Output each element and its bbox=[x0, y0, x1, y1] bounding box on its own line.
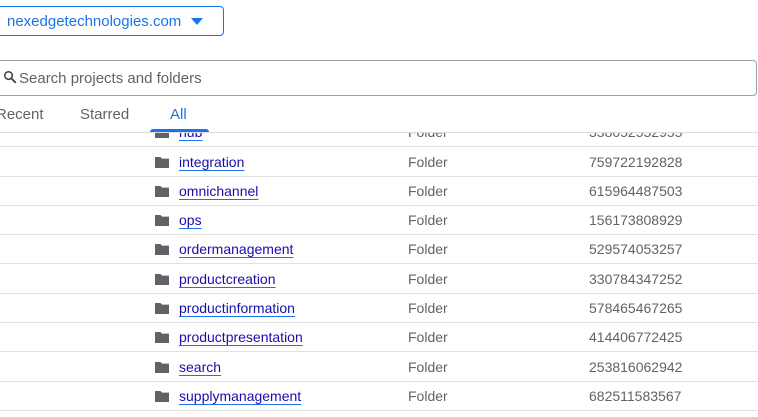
folder-icon bbox=[155, 215, 169, 226]
caret-down-icon bbox=[191, 18, 203, 25]
folder-name-link[interactable]: omnichannel bbox=[179, 183, 258, 199]
id-cell: 759722192828 bbox=[589, 154, 683, 170]
resource-table: hub Folder 338052532955 integration Fold… bbox=[0, 133, 758, 417]
id-cell: 338052532955 bbox=[589, 133, 682, 140]
folder-icon bbox=[155, 157, 169, 168]
table-row: productpresentation Folder 414406772425 bbox=[0, 323, 758, 352]
type-cell: Folder bbox=[408, 388, 448, 404]
type-cell: Folder bbox=[408, 133, 448, 140]
folder-name-link[interactable]: ordermanagement bbox=[179, 241, 293, 257]
folder-icon bbox=[155, 303, 169, 314]
tab-starred[interactable]: Starred bbox=[80, 106, 129, 123]
search-icon bbox=[3, 70, 17, 84]
id-cell: 529574053257 bbox=[589, 241, 683, 257]
table-row: hub Folder 338052532955 bbox=[0, 133, 758, 147]
folder-name-link[interactable]: search bbox=[179, 359, 221, 375]
type-cell: Folder bbox=[408, 329, 448, 345]
folder-icon bbox=[155, 186, 169, 197]
type-cell: Folder bbox=[408, 359, 448, 375]
table-row: productinformation Folder 578465467265 bbox=[0, 294, 758, 323]
folder-icon bbox=[155, 391, 169, 402]
table-row: supplymanagement Folder 682511583567 bbox=[0, 382, 758, 411]
table-row: search Folder 253816062942 bbox=[0, 353, 758, 382]
tab-recent[interactable]: Recent bbox=[0, 106, 44, 123]
id-cell: 615964487503 bbox=[589, 183, 683, 199]
folder-name-link[interactable]: integration bbox=[179, 154, 244, 170]
folder-icon bbox=[155, 332, 169, 343]
table-row: productcreation Folder 330784347252 bbox=[0, 265, 758, 294]
folder-name-link[interactable]: productinformation bbox=[179, 300, 295, 316]
type-cell: Folder bbox=[408, 212, 448, 228]
organization-label: nexedgetechnologies.com bbox=[7, 12, 182, 30]
folder-icon bbox=[155, 133, 169, 138]
id-cell: 330784347252 bbox=[589, 271, 683, 287]
id-cell: 682511583567 bbox=[589, 388, 682, 404]
table-row: ops Folder 156173808929 bbox=[0, 206, 758, 235]
organization-picker[interactable]: nexedgetechnologies.com bbox=[0, 6, 224, 36]
table-row: ordermanagement Folder 529574053257 bbox=[0, 235, 758, 264]
table-row: omnichannel Folder 615964487503 bbox=[0, 177, 758, 206]
type-cell: Folder bbox=[408, 241, 448, 257]
folder-icon bbox=[155, 274, 169, 285]
folder-name-link[interactable]: hub bbox=[179, 133, 202, 140]
id-cell: 414406772425 bbox=[589, 329, 683, 345]
tab-bar: Recent Starred All bbox=[0, 100, 758, 133]
type-cell: Folder bbox=[408, 271, 448, 287]
folder-name-link[interactable]: productcreation bbox=[179, 271, 276, 287]
search-box[interactable] bbox=[0, 60, 757, 96]
type-cell: Folder bbox=[408, 300, 448, 316]
folder-name-link[interactable]: ops bbox=[179, 212, 202, 228]
folder-icon bbox=[155, 362, 169, 373]
search-input[interactable] bbox=[19, 61, 719, 95]
type-cell: Folder bbox=[408, 183, 448, 199]
table-row: integration Folder 759722192828 bbox=[0, 148, 758, 177]
tab-all[interactable]: All bbox=[170, 106, 187, 123]
folder-name-link[interactable]: productpresentation bbox=[179, 329, 303, 345]
id-cell: 156173808929 bbox=[589, 212, 683, 228]
folder-name-link[interactable]: supplymanagement bbox=[179, 388, 301, 404]
id-cell: 253816062942 bbox=[589, 359, 683, 375]
type-cell: Folder bbox=[408, 154, 448, 170]
id-cell: 578465467265 bbox=[589, 300, 683, 316]
folder-icon bbox=[155, 244, 169, 255]
